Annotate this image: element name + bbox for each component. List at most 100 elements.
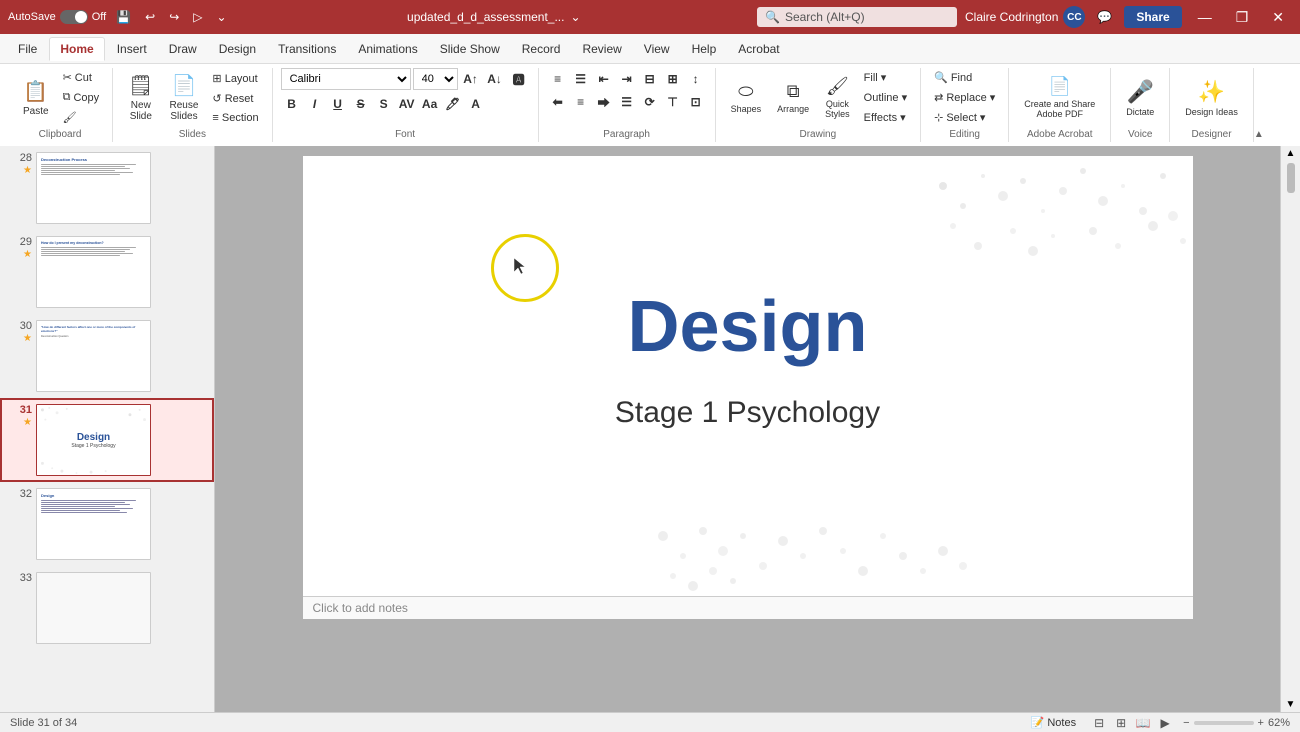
slide-canvas[interactable]: Design Stage 1 Psychology: [303, 156, 1193, 596]
scroll-down-button[interactable]: ▼: [1284, 697, 1298, 712]
font-color-button[interactable]: A: [465, 93, 487, 115]
autosave-toggle[interactable]: AutoSave Off: [8, 10, 106, 24]
close-button[interactable]: ✕: [1264, 7, 1292, 28]
align-left-button[interactable]: ⬅: [547, 91, 569, 113]
slide-sorter-button[interactable]: ⊞: [1111, 715, 1131, 731]
font-increase-button[interactable]: A↑: [460, 68, 482, 90]
arrange-button[interactable]: ⧉ Arrange: [770, 78, 816, 117]
underline-button[interactable]: U: [327, 93, 349, 115]
slide-thumb-29[interactable]: How do I present my deconstruction?: [36, 236, 151, 308]
slide-item-33[interactable]: 33: [0, 566, 214, 650]
new-slide-button[interactable]: 🗒 NewSlide: [121, 69, 160, 127]
text-direction-button[interactable]: ⟳: [639, 91, 661, 113]
columns-button[interactable]: ⊟: [639, 68, 661, 90]
numbering-button[interactable]: ☰: [570, 68, 592, 90]
undo-button[interactable]: ↩: [141, 8, 159, 26]
tab-slideshow[interactable]: Slide Show: [430, 38, 510, 60]
search-bar[interactable]: 🔍 Search (Alt+Q): [757, 7, 957, 27]
notes-bar[interactable]: Click to add notes: [303, 596, 1193, 619]
chat-button[interactable]: 💬: [1093, 8, 1116, 26]
bold-button[interactable]: B: [281, 93, 303, 115]
slide-item-29[interactable]: 29 ★ How do I present my deconstruction?: [0, 230, 214, 314]
shape-effects-button[interactable]: Effects ▾: [859, 108, 912, 127]
normal-view-button[interactable]: ⊟: [1089, 715, 1109, 731]
shape-outline-button[interactable]: Outline ▾: [859, 88, 912, 107]
strikethrough-button[interactable]: S: [350, 93, 372, 115]
copy-button[interactable]: ⧉ Copy: [58, 88, 105, 107]
highlight-button[interactable]: 🖊: [442, 93, 464, 115]
slide-thumb-30[interactable]: "How do different factors affect one or …: [36, 320, 151, 392]
tab-draw[interactable]: Draw: [159, 38, 207, 60]
dropdown-icon[interactable]: ⌄: [570, 10, 580, 24]
slide-item-30[interactable]: 30 ★ "How do different factors affect on…: [0, 314, 214, 398]
increase-indent-button[interactable]: ⇥: [616, 68, 638, 90]
reuse-slides-button[interactable]: 📄 ReuseSlides: [163, 69, 206, 127]
text-align-button[interactable]: ⊤: [662, 91, 684, 113]
bullets-button[interactable]: ≡: [547, 68, 569, 90]
font-decrease-button[interactable]: A↓: [484, 68, 506, 90]
cut-button[interactable]: ✂ Cut: [58, 68, 105, 87]
tab-design[interactable]: Design: [209, 38, 266, 60]
layout-button[interactable]: ⊞ Layout: [207, 69, 263, 88]
slide-item-31[interactable]: 31 ★: [0, 398, 214, 482]
clear-format-button[interactable]: 🅰: [508, 68, 530, 90]
dictate-button[interactable]: 🎤 Dictate: [1119, 69, 1161, 127]
scroll-up-button[interactable]: ▲: [1284, 146, 1298, 161]
slideshow-view-button[interactable]: ▶: [1155, 715, 1175, 731]
restore-button[interactable]: ❐: [1228, 7, 1257, 28]
ribbon-expand-button[interactable]: ▲: [1254, 129, 1264, 140]
slide-thumb-33[interactable]: [36, 572, 151, 644]
scroll-thumb[interactable]: [1287, 163, 1295, 193]
replace-button[interactable]: ⇄ Replace ▾: [929, 88, 1000, 107]
zoom-slider[interactable]: [1194, 721, 1254, 725]
create-share-pdf-button[interactable]: 📄 Create and ShareAdobe PDF: [1017, 69, 1102, 127]
autosave-off-icon[interactable]: [60, 10, 88, 24]
reading-view-button[interactable]: 📖: [1133, 715, 1153, 731]
tab-acrobat[interactable]: Acrobat: [728, 38, 789, 60]
reset-button[interactable]: ↺ Reset: [207, 89, 263, 108]
minimize-button[interactable]: —: [1190, 7, 1220, 27]
slide-item-28[interactable]: 28 ★ Deconstruction Process: [0, 146, 214, 230]
italic-button[interactable]: I: [304, 93, 326, 115]
tab-help[interactable]: Help: [682, 38, 727, 60]
design-ideas-button[interactable]: ✨ Design Ideas: [1178, 69, 1245, 127]
tab-view[interactable]: View: [634, 38, 680, 60]
tab-transitions[interactable]: Transitions: [268, 38, 346, 60]
shadow-button[interactable]: S: [373, 93, 395, 115]
more-options-button[interactable]: ⌄: [213, 8, 231, 26]
paste-button[interactable]: 📋 Paste: [16, 69, 56, 127]
line-spacing-button[interactable]: ↕: [685, 68, 707, 90]
tab-record[interactable]: Record: [512, 38, 571, 60]
change-case-button[interactable]: Aa: [419, 93, 441, 115]
tab-home[interactable]: Home: [49, 37, 104, 61]
notes-toggle-button[interactable]: 📝 Notes: [1026, 713, 1081, 732]
tab-review[interactable]: Review: [572, 38, 631, 60]
select-button[interactable]: ⊹ Select ▾: [929, 108, 1000, 127]
font-size-select[interactable]: 40: [413, 68, 458, 90]
slide-thumb-32[interactable]: Design: [36, 488, 151, 560]
decrease-indent-button[interactable]: ⇤: [593, 68, 615, 90]
canvas-subtitle[interactable]: Stage 1 Psychology: [303, 396, 1193, 430]
slide-thumb-28[interactable]: Deconstruction Process: [36, 152, 151, 224]
convert-smartart-button[interactable]: ⊡: [685, 91, 707, 113]
tab-animations[interactable]: Animations: [348, 38, 427, 60]
tab-insert[interactable]: Insert: [107, 38, 157, 60]
font-name-select[interactable]: Calibri: [281, 68, 411, 90]
redo-button[interactable]: ↪: [165, 8, 183, 26]
smartart-button[interactable]: ⊞: [662, 68, 684, 90]
align-right-button[interactable]: ⮕: [593, 91, 615, 113]
format-painter-button[interactable]: 🖌: [58, 108, 105, 127]
tab-file[interactable]: File: [8, 38, 47, 60]
canvas-title[interactable]: Design: [303, 286, 1193, 368]
shapes-button[interactable]: ⬭ Shapes: [724, 78, 769, 117]
present-button[interactable]: ▷: [189, 8, 206, 26]
section-button[interactable]: ≡ Section: [207, 109, 263, 127]
zoom-in-button[interactable]: +: [1258, 717, 1264, 729]
zoom-out-button[interactable]: −: [1183, 717, 1189, 729]
quick-styles-button[interactable]: 🖌 QuickStyles: [818, 73, 857, 122]
slide-thumb-31[interactable]: Design Stage 1 Psychology: [36, 404, 151, 476]
save-button[interactable]: 💾: [112, 8, 135, 26]
share-button[interactable]: Share: [1124, 6, 1181, 28]
justify-button[interactable]: ☰: [616, 91, 638, 113]
shape-fill-button[interactable]: Fill ▾: [859, 68, 912, 87]
